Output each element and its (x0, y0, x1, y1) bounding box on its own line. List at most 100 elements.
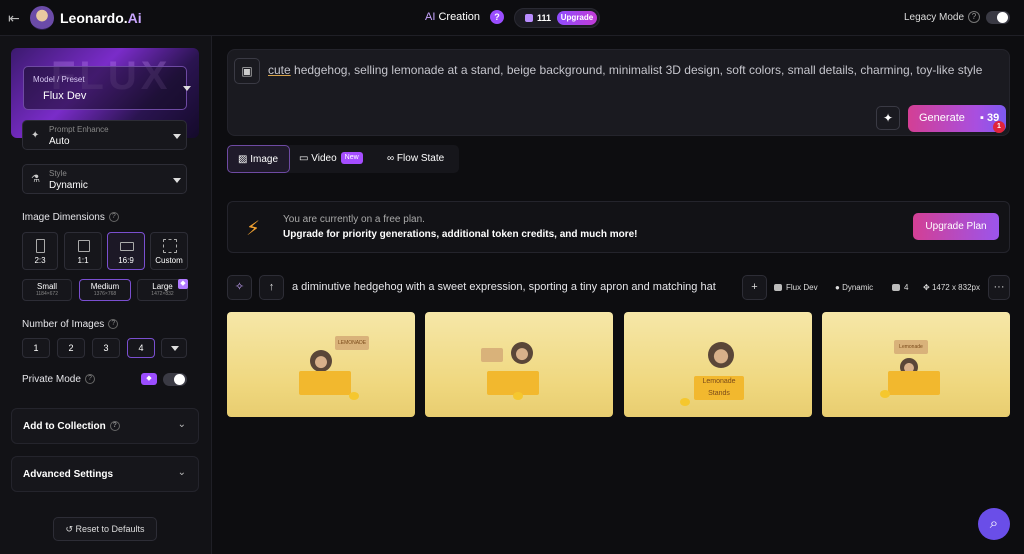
size-small[interactable]: Small 1184×672 (22, 279, 72, 301)
back-arrow-icon[interactable]: ⇤ (8, 10, 20, 27)
dimension-custom[interactable]: Custom (150, 232, 188, 270)
tab-flow-state[interactable]: ∞ Flow State (387, 145, 457, 173)
style-select[interactable]: ⚗ Style Dynamic (22, 164, 187, 194)
help-icon[interactable]: ? (490, 10, 504, 24)
chevron-down-icon: ⌄ (177, 419, 186, 430)
top-bar: ⇤ Leonardo.Ai AI Creation ? 111 Upgrade … (0, 0, 1024, 36)
lemon (880, 390, 890, 398)
legacy-mode-label: Legacy Mode (904, 12, 965, 23)
generation-prompt[interactable]: a diminutive hedgehog with a sweet expre… (292, 281, 737, 293)
add-to-collection-label: Add to Collection? (23, 421, 120, 432)
tab-image[interactable]: ▨ Image (227, 145, 290, 173)
upgrade-plan-button[interactable]: Upgrade Plan (913, 213, 999, 240)
video-icon: ▭ (299, 153, 312, 164)
lemon (349, 392, 359, 400)
prompt-enhance-value: Auto (49, 136, 70, 147)
plus-icon[interactable]: + (742, 275, 767, 300)
hedgehog (511, 342, 533, 364)
drop-icon: ● (835, 283, 843, 292)
token-icon (525, 14, 533, 22)
info-icon[interactable]: ? (109, 421, 120, 432)
token-balance[interactable]: 111 Upgrade (514, 8, 600, 28)
lemonade-stand (888, 371, 940, 395)
image-count-4[interactable]: 4 (127, 338, 155, 358)
image-count-more[interactable] (161, 338, 187, 358)
lemon (680, 398, 690, 406)
legacy-help-icon[interactable]: ? (968, 11, 980, 23)
reset-icon: ↺ (65, 524, 76, 534)
upgrade-button[interactable]: Upgrade (557, 11, 597, 25)
image-count-2[interactable]: 2 (57, 338, 85, 358)
more-options-icon[interactable]: ··· (988, 275, 1010, 300)
legacy-mode-toggle[interactable] (986, 11, 1010, 24)
mode-tabs: ▨ Image ▭ Video New ∞ Flow State (227, 145, 459, 173)
dimension-16-9[interactable]: 16:9 (107, 232, 145, 270)
move-icon: ✥ (923, 283, 932, 292)
search-icon[interactable]: ⌕ (978, 508, 1010, 540)
premium-gem-icon: ◆ (141, 373, 157, 385)
landscape-icon (120, 242, 134, 251)
style-value: Dynamic (49, 180, 88, 191)
model-label: Model / Preset (33, 75, 85, 84)
custom-size-icon (163, 239, 177, 253)
prompt-input[interactable]: cute hedgehog, selling lemonade at a sta… (268, 60, 988, 80)
token-icon: ▪ (980, 112, 987, 124)
advanced-settings-label: Advanced Settings (23, 469, 114, 480)
image-icon: ▨ (238, 154, 251, 165)
prompt-enhance-select[interactable]: ✦ Prompt Enhance Auto (22, 120, 187, 150)
square-icon (78, 240, 90, 252)
lemonade-stand (487, 371, 539, 395)
generated-image-1[interactable]: LEMONADE (227, 312, 415, 417)
link-icon: ∞ (387, 153, 397, 164)
generation-header: ✧ ↑ a diminutive hedgehog with a sweet e… (227, 275, 1010, 301)
image-count-1[interactable]: 1 (22, 338, 50, 358)
lemonade-stands-sign: Lemonade Stands (694, 376, 744, 400)
generated-image-2[interactable] (425, 312, 613, 417)
chevron-down-icon (173, 178, 181, 183)
arrow-up-icon[interactable]: ↑ (259, 275, 284, 300)
private-mode-toggle[interactable] (163, 373, 187, 386)
ai-creation-title: AI Creation (425, 11, 481, 23)
model-icon (774, 284, 782, 291)
magic-wand-icon[interactable]: ✧ (227, 275, 252, 300)
generated-image-4[interactable]: Lemonade (822, 312, 1010, 417)
image-upload-icon[interactable]: ▣ (234, 58, 260, 84)
sidebar: FLUX Model / Preset Flux Dev ✦ Prompt En… (0, 36, 212, 554)
generate-button[interactable]: Generate ▪ 39 (908, 105, 1006, 132)
model-value: Flux Dev (43, 90, 87, 102)
chevron-down-icon (171, 346, 179, 351)
advanced-settings-section[interactable]: Advanced Settings ⌄ (11, 456, 199, 492)
chevron-down-icon (173, 134, 181, 139)
portrait-icon (36, 239, 45, 253)
tab-video[interactable]: ▭ Video New (299, 145, 377, 173)
private-mode-label: Private Mode? (22, 374, 95, 385)
info-icon[interactable]: ? (108, 319, 119, 330)
model-selector[interactable] (23, 66, 187, 110)
generated-image-3[interactable]: Lemonade Stands (624, 312, 812, 417)
info-icon[interactable]: ? (84, 374, 95, 385)
free-plan-banner: ⚡ You are currently on a free plan. Upgr… (227, 201, 1010, 253)
size-medium[interactable]: Medium 1376×768 (79, 279, 131, 301)
reset-to-defaults-button[interactable]: ↺ Reset to Defaults (53, 517, 157, 541)
lemonade-sign: LEMONADE (335, 336, 369, 350)
images-icon (892, 284, 900, 291)
chevron-down-icon: ⌄ (177, 467, 186, 478)
token-count: 111 (537, 13, 552, 23)
new-badge: New (340, 152, 363, 165)
sparkle-icon[interactable]: ✦ (876, 106, 900, 130)
hedgehog (708, 342, 734, 368)
style-label: Style (49, 169, 67, 178)
leonardo-logo[interactable] (30, 6, 54, 30)
add-to-collection-section[interactable]: Add to Collection? ⌄ (11, 408, 199, 444)
brand-name: Leonardo.Ai (60, 10, 142, 26)
info-icon[interactable]: ? (108, 212, 119, 223)
lightning-bolt-icon: ⚡ (246, 218, 261, 240)
dimension-1-1[interactable]: 1:1 (64, 232, 102, 270)
model-caret-icon (183, 86, 191, 91)
lemonade-sign: Lemonade (894, 340, 928, 354)
dimension-2-3[interactable]: 2:3 (22, 232, 58, 270)
image-count-3[interactable]: 3 (92, 338, 120, 358)
generation-size: ✥ 1472 x 832px (923, 283, 980, 292)
lemon (513, 392, 523, 400)
prompt-box[interactable]: ▣ cute hedgehog, selling lemonade at a s… (227, 49, 1010, 136)
